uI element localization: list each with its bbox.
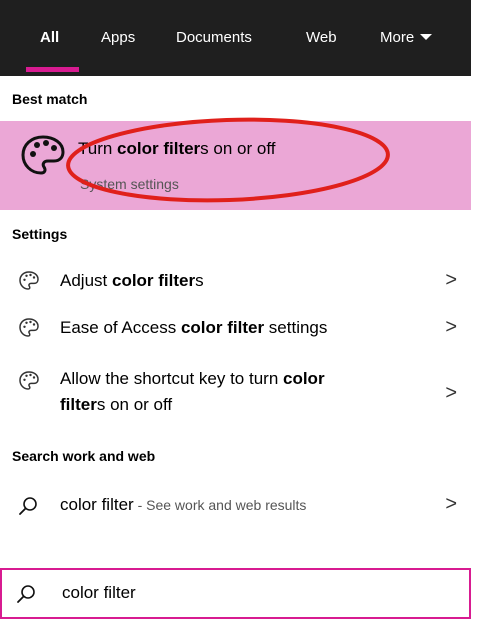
list-item-label: Ease of Access color filter settings (60, 318, 328, 337)
palette-icon (21, 135, 65, 175)
active-tab-indicator (26, 67, 79, 72)
chevron-right-icon: > (445, 493, 457, 515)
list-item[interactable]: Ease of Access color filter settings > (0, 315, 471, 345)
list-item[interactable]: Adjust color filters > (0, 268, 471, 298)
search-icon (17, 585, 35, 603)
best-match-subtitle: System settings (80, 176, 179, 192)
list-item[interactable]: Allow the shortcut key to turn color filt… (0, 366, 471, 422)
search-icon (19, 497, 37, 515)
tab-more-label: More (380, 29, 415, 46)
search-filter-tabs: All Apps Documents Web More (0, 0, 471, 76)
web-search-item[interactable]: color filter - See work and web results … (0, 492, 471, 522)
palette-outline-icon (19, 318, 39, 337)
search-input[interactable]: color filter (62, 583, 136, 603)
best-match-item[interactable]: Turn color filters on or off System sett… (0, 121, 471, 210)
tab-all[interactable]: All (40, 29, 59, 46)
chevron-down-icon (420, 34, 433, 41)
tab-more[interactable]: More (380, 29, 433, 46)
list-item-label: Allow the shortcut key to turn color filt… (60, 369, 325, 414)
palette-outline-icon (19, 371, 39, 390)
list-item-label: Adjust color filters (60, 271, 204, 290)
tab-web[interactable]: Web (306, 29, 337, 46)
best-match-heading: Best match (12, 91, 88, 107)
tab-documents[interactable]: Documents (176, 29, 252, 46)
list-item-label: color filter - See work and web results (60, 495, 307, 514)
search-box[interactable]: color filter (0, 568, 471, 619)
best-match-title: Turn color filters on or off (78, 139, 276, 158)
tab-apps[interactable]: Apps (101, 29, 135, 46)
settings-heading: Settings (12, 226, 68, 242)
search-web-heading: Search work and web (12, 448, 156, 464)
palette-outline-icon (19, 271, 39, 290)
chevron-right-icon: > (445, 382, 457, 404)
chevron-right-icon: > (445, 316, 457, 338)
chevron-right-icon: > (445, 269, 457, 291)
